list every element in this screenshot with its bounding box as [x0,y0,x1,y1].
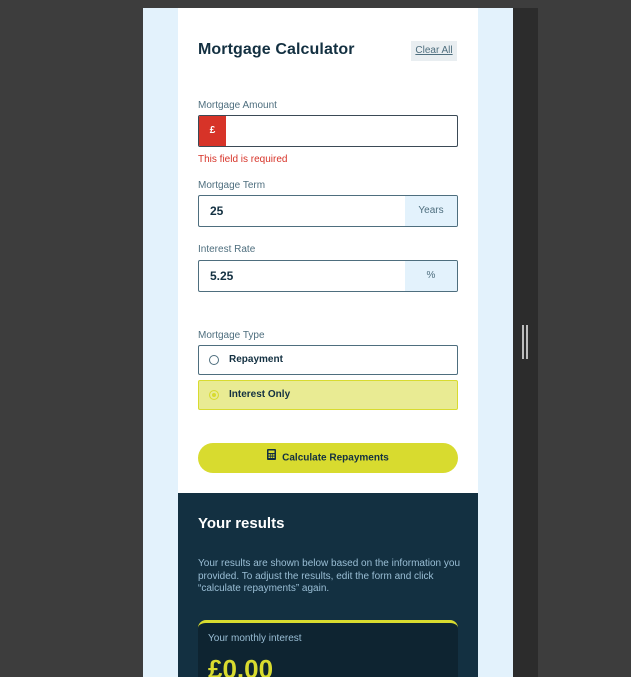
radio-repayment-label: Repayment [229,354,283,365]
radio-repayment[interactable]: Repayment [198,345,458,375]
viewer-background-right [538,0,631,677]
radio-interest-only-label: Interest Only [229,389,291,400]
mortgage-amount-field[interactable]: £ [198,115,458,147]
radio-circle-icon [209,355,219,365]
results-description: Your results are shown below based on th… [198,558,461,595]
mortgage-amount-error: This field is required [198,154,288,165]
mortgage-term-input[interactable]: 25 [210,196,223,226]
clear-all-button[interactable]: Clear All [411,41,457,61]
currency-prefix: £ [199,116,226,146]
mortgage-type-label: Mortgage Type [198,330,265,341]
radio-selected-icon [209,390,219,400]
page-title: Mortgage Calculator [198,41,355,58]
interest-rate-label: Interest Rate [198,244,256,255]
viewer-background-left [0,0,143,677]
mortgage-amount-label: Mortgage Amount [198,100,277,111]
calculate-repayments-button[interactable]: Calculate Repayments [198,443,458,473]
results-panel: Your results Your results are shown belo… [178,493,478,677]
interest-rate-input[interactable]: 5.25 [210,261,233,291]
mortgage-term-label: Mortgage Term [198,180,266,191]
calculator-icon [267,443,277,473]
years-suffix: Years [405,196,457,226]
monthly-result-card: Your monthly interest £0.00 [198,620,458,677]
results-title: Your results [198,515,285,532]
calculate-button-label: Calculate Repayments [282,452,389,464]
radio-interest-only[interactable]: Interest Only [198,380,458,410]
page-viewport: Mortgage Calculator Clear All Mortgage A… [143,8,513,677]
monthly-interest-value: £0.00 [208,654,274,677]
monthly-interest-label: Your monthly interest [208,633,302,644]
interest-rate-field[interactable]: 5.25 % [198,260,458,292]
calculator-card: Mortgage Calculator Clear All Mortgage A… [178,8,478,677]
mortgage-term-field[interactable]: 25 Years [198,195,458,227]
percent-suffix: % [405,261,457,291]
resize-handle[interactable] [522,325,528,359]
